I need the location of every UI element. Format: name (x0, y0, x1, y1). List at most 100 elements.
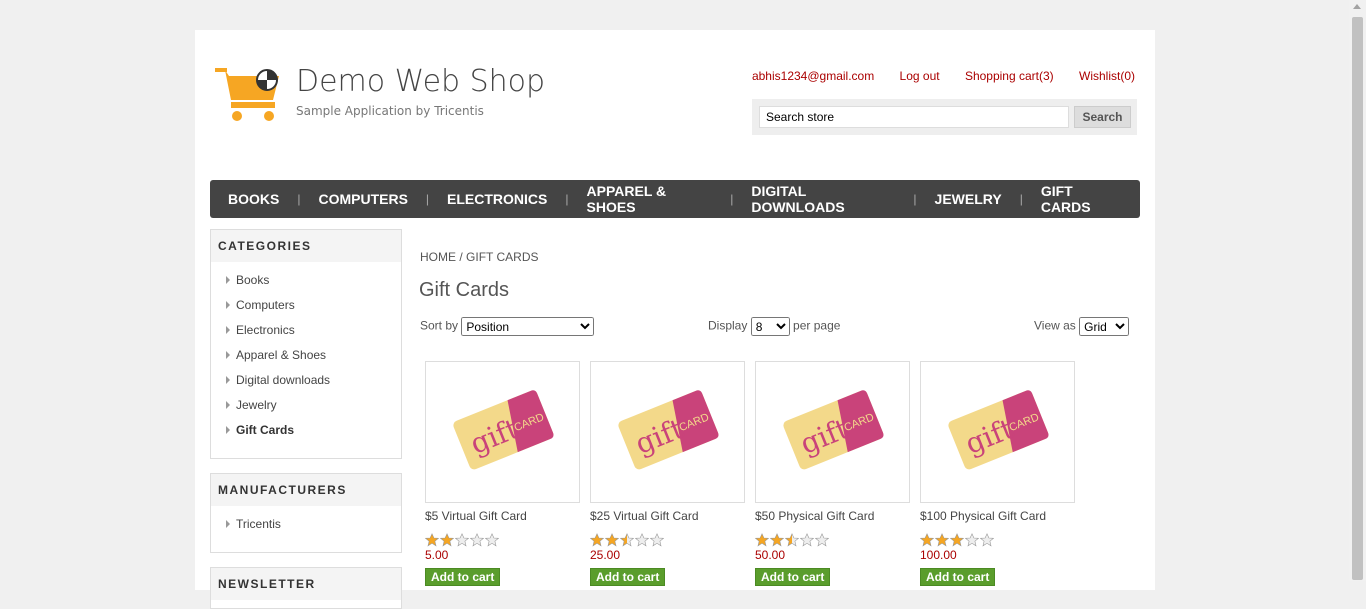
cart-logo-icon[interactable] (215, 66, 281, 122)
sort-select[interactable]: Position (461, 317, 595, 336)
arrow-right-icon (226, 426, 230, 434)
search-button[interactable]: Search (1074, 106, 1131, 128)
search-input[interactable] (759, 106, 1069, 128)
product-item: gift CARD $100 Physical Gift Card 100.00 Add… (920, 361, 1075, 586)
rating-star-icon (965, 533, 979, 547)
product-rating (425, 533, 580, 547)
nav-computers[interactable]: COMPUTERS (300, 191, 425, 207)
rating-star-icon (440, 533, 454, 547)
arrow-right-icon (226, 401, 230, 409)
rating-star-icon (485, 533, 499, 547)
product-price: 25.00 (590, 548, 621, 562)
rating-star-icon (770, 533, 784, 547)
rating-star-icon (785, 533, 799, 547)
gift-card-image: giftCARD (618, 390, 719, 470)
product-image[interactable]: gift CARD (920, 361, 1075, 503)
category-books[interactable]: Books (226, 270, 401, 295)
arrow-right-icon (226, 326, 230, 334)
product-rating (755, 533, 910, 547)
account-link[interactable]: abhis1234@gmail.com (752, 69, 874, 83)
rating-star-icon (935, 533, 949, 547)
nav-jewelry[interactable]: JEWELRY (917, 191, 1020, 207)
sort-control: Sort by Position (420, 317, 595, 336)
page-size-select[interactable]: 8 (750, 317, 790, 336)
category-gift-cards[interactable]: Gift Cards (226, 420, 401, 445)
product-image[interactable]: gift CARD (755, 361, 910, 503)
category-electronics[interactable]: Electronics (226, 320, 401, 345)
rating-star-icon (755, 533, 769, 547)
logout-link[interactable]: Log out (900, 69, 940, 83)
add-to-cart-button[interactable]: Add to cart (755, 568, 831, 586)
page-title: Gift Cards (419, 279, 510, 301)
scrollbar-thumb[interactable] (1352, 17, 1363, 580)
manufacturers-title: MANUFACTURERS (211, 474, 401, 506)
product-image[interactable]: gift CARD (590, 361, 745, 503)
search-box: Search (752, 99, 1137, 135)
categories-block: CATEGORIES Books Computers Electronics A… (210, 229, 402, 459)
wishlist-link[interactable]: Wishlist(0) (1079, 69, 1135, 83)
product-title[interactable]: $25 Virtual Gift Card (590, 509, 745, 523)
product-image[interactable]: gift CARD (425, 361, 580, 503)
rating-star-icon (455, 533, 469, 547)
newsletter-block: NEWSLETTER (210, 567, 402, 609)
gift-card-image: giftCARD (453, 390, 554, 470)
category-digital-downloads[interactable]: Digital downloads (226, 370, 401, 395)
product-rating (590, 533, 745, 547)
arrow-right-icon (226, 351, 230, 359)
page-container: Demo Web Shop Sample Application by Tric… (195, 30, 1155, 609)
categories-title: CATEGORIES (211, 230, 401, 262)
product-item: gift CARD $50 Physical Gift Card 50.00 Add t… (755, 361, 910, 586)
shopping-cart-link[interactable]: Shopping cart(3) (965, 69, 1054, 83)
category-jewelry[interactable]: Jewelry (226, 395, 401, 420)
manufacturers-block: MANUFACTURERS Tricentis (210, 473, 402, 553)
scrollbar[interactable] (1349, 0, 1366, 581)
header-links: abhis1234@gmail.com Log out Shopping car… (730, 69, 1135, 83)
product-price: 5.00 (425, 548, 449, 562)
display-control: Display 8 per page (708, 317, 840, 336)
arrow-right-icon (226, 276, 230, 284)
product-title[interactable]: $5 Virtual Gift Card (425, 509, 580, 523)
rating-star-icon (815, 533, 829, 547)
arrow-right-icon (226, 520, 230, 528)
add-to-cart-button[interactable]: Add to cart (590, 568, 666, 586)
breadcrumb-home[interactable]: HOME (420, 250, 456, 264)
scroll-up-icon[interactable] (1353, 4, 1361, 9)
rating-star-icon (920, 533, 934, 547)
manufacturer-tricentis[interactable]: Tricentis (226, 514, 401, 539)
product-title[interactable]: $100 Physical Gift Card (920, 509, 1075, 523)
gift-card-image: giftCARD (783, 390, 884, 470)
rating-star-icon (605, 533, 619, 547)
product-price: 50.00 (755, 548, 786, 562)
rating-star-icon (950, 533, 964, 547)
nav-electronics[interactable]: ELECTRONICS (429, 191, 565, 207)
view-mode-control: View as Grid (1034, 317, 1130, 336)
arrow-right-icon (226, 376, 230, 384)
add-to-cart-button[interactable]: Add to cart (425, 568, 501, 586)
add-to-cart-button[interactable]: Add to cart (920, 568, 996, 586)
gift-card-image: giftCARD (948, 390, 1049, 470)
product-rating (920, 533, 1075, 547)
category-apparel-shoes[interactable]: Apparel & Shoes (226, 345, 401, 370)
nav-books[interactable]: BOOKS (210, 191, 297, 207)
nav-digital-downloads[interactable]: DIGITAL DOWNLOADS (733, 183, 913, 215)
category-computers[interactable]: Computers (226, 295, 401, 320)
rating-star-icon (620, 533, 634, 547)
rating-star-icon (425, 533, 439, 547)
brand-title: Demo Web Shop (296, 64, 546, 99)
rating-star-icon (650, 533, 664, 547)
product-item: gift CARD $5 Virtual Gift Card 5.00 Add to c… (425, 361, 580, 586)
newsletter-title: NEWSLETTER (211, 568, 401, 600)
rating-star-icon (980, 533, 994, 547)
nav-gift-cards[interactable]: GIFT CARDS (1023, 183, 1140, 215)
product-title[interactable]: $50 Physical Gift Card (755, 509, 910, 523)
arrow-right-icon (226, 301, 230, 309)
breadcrumb: HOME / GIFT CARDS (420, 250, 539, 264)
top-menu: BOOKS | COMPUTERS | ELECTRONICS | APPAREL &… (210, 180, 1140, 218)
product-price: 100.00 (920, 548, 957, 562)
nav-apparel-shoes[interactable]: APPAREL & SHOES (569, 183, 731, 215)
rating-star-icon (800, 533, 814, 547)
brand-subtitle: Sample Application by Tricentis (296, 104, 484, 118)
view-mode-select[interactable]: Grid (1079, 317, 1130, 336)
rating-star-icon (590, 533, 604, 547)
breadcrumb-current: GIFT CARDS (466, 250, 539, 264)
